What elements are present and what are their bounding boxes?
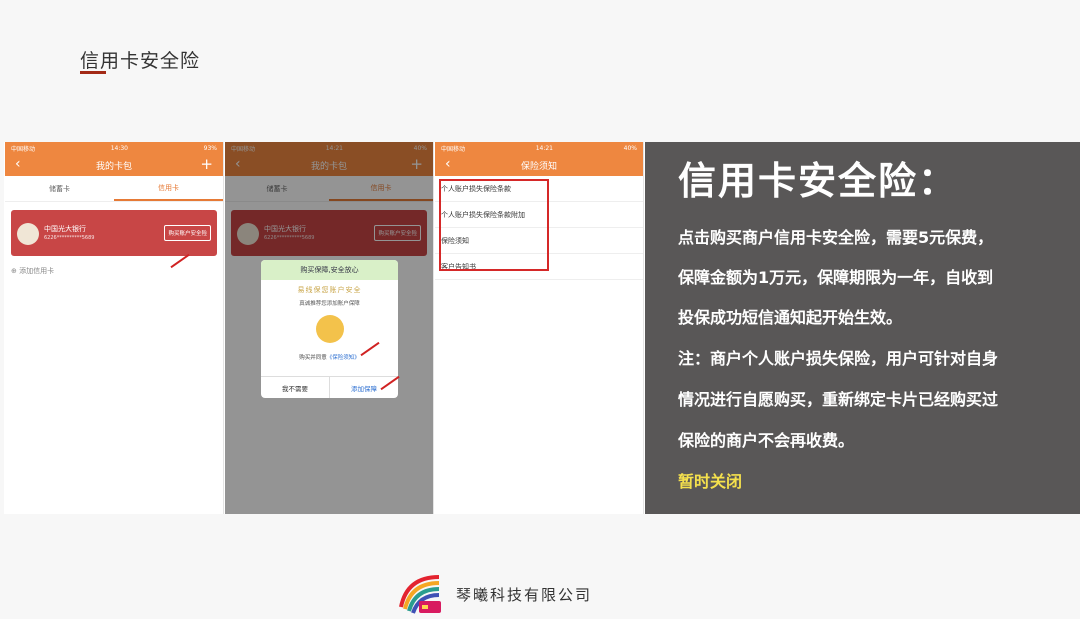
coin-icon	[315, 315, 344, 343]
phone-screen-purchase-dialog: 中国移动 14:21 40% ‹ 我的卡包 + 储蓄卡 信用卡 中国光大银行 6…	[225, 142, 434, 514]
info-panel: 信用卡安全险： 点击购买商户信用卡安全险，需要5元保费， 保障金额为1万元，保障…	[645, 142, 1080, 514]
insurance-notice-link[interactable]: 《保险须知》	[327, 355, 360, 361]
nav-title: 我的卡包	[95, 161, 132, 172]
add-card-label: 添加信用卡	[19, 267, 55, 275]
bank-card[interactable]: 中国光大银行 6226**********5689 购买账户安全险	[11, 210, 217, 256]
bank-logo-icon	[17, 223, 39, 245]
title-underline	[80, 71, 106, 74]
company-name: 琴曦科技有限公司	[456, 586, 593, 604]
nav-title: 保险须知	[520, 161, 557, 172]
plus-icon[interactable]: +	[200, 155, 213, 173]
status-label: 暂时关闭	[678, 472, 743, 491]
status-bar: 中国移动 14:21 40%	[435, 142, 643, 154]
agreement-prefix: 购买并同意	[299, 355, 327, 361]
carrier-label: 中国移动	[11, 145, 36, 153]
company-logo-icon	[395, 567, 450, 619]
decline-button[interactable]: 我不需要	[261, 377, 330, 398]
buy-insurance-button[interactable]: 购买账户安全险	[164, 225, 211, 241]
back-icon[interactable]: ‹	[15, 156, 21, 172]
purchase-dialog: 购买保障,安全放心 易线保您账户安全 真诚推荐您添加账户保障 购买并同意《保险须…	[261, 260, 398, 398]
panel-line: 点击购买商户信用卡安全险，需要5元保费，	[678, 228, 994, 247]
phone-screen-card-wallet: 中国移动 14:30 93% ‹ 我的卡包 + 储蓄卡 信用卡 中国光大银行 6…	[5, 142, 224, 514]
battery-label: 40%	[623, 144, 637, 152]
status-bar: 中国移动 14:30 93%	[5, 142, 223, 154]
panel-line: 情况进行自愿购买，重新绑定卡片已经购买过	[678, 390, 999, 409]
status-time: 14:21	[535, 144, 553, 152]
agreement-text: 购买并同意《保险须知》	[261, 353, 398, 361]
back-icon[interactable]: ‹	[445, 156, 451, 172]
card-number: 6226**********5689	[44, 235, 95, 241]
phone-screen-insurance-notice: 中国移动 14:21 40% ‹ 保险须知 个人账户损失保险条款 个人账户损失保…	[435, 142, 644, 514]
tab-credit[interactable]: 信用卡	[114, 176, 223, 201]
battery-label: 93%	[203, 144, 217, 152]
panel-line: 保险的商户不会再收费。	[678, 431, 855, 450]
card-tabs: 储蓄卡 信用卡	[5, 176, 223, 202]
bank-name: 中国光大银行	[44, 225, 86, 233]
tab-debit[interactable]: 储蓄卡	[5, 176, 114, 201]
add-card-link[interactable]: ⊕ 添加信用卡	[11, 266, 217, 276]
dialog-text: 真诚推荐您添加账户保障	[299, 301, 360, 307]
add-protection-button[interactable]: 添加保障	[330, 377, 398, 398]
highlight-box	[439, 179, 549, 271]
dialog-header: 购买保障,安全放心	[261, 260, 398, 280]
carrier-label: 中国移动	[441, 145, 466, 153]
status-time: 14:30	[110, 144, 128, 152]
panel-line: 注：商户个人账户损失保险，用户可针对自身	[678, 349, 999, 368]
panel-line: 投保成功短信通知起开始生效。	[678, 308, 903, 327]
nav-bar: ‹ 保险须知	[435, 154, 643, 176]
dialog-buttons: 我不需要 添加保障	[261, 376, 398, 398]
dialog-slogan: 易线保您账户安全	[297, 286, 362, 294]
slide-title: 信用卡安全险	[80, 50, 201, 72]
nav-bar: ‹ 我的卡包 +	[5, 154, 223, 176]
panel-line: 保障金额为1万元，保障期限为一年，自收到	[678, 268, 994, 287]
panel-title: 信用卡安全险：	[678, 159, 959, 203]
